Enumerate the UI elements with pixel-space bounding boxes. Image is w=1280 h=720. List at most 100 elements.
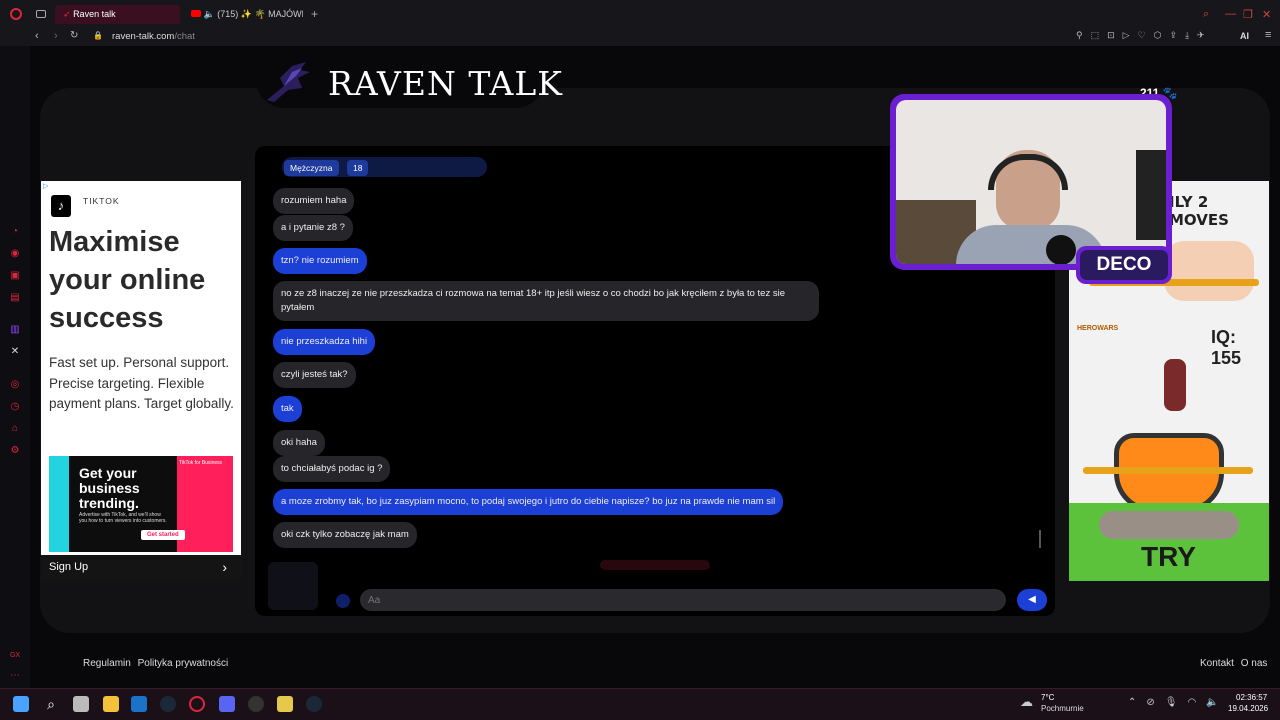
file-explorer-icon[interactable]	[103, 696, 119, 712]
more-icon[interactable]: ⋯	[9, 670, 21, 682]
camera-icon[interactable]: ⊡	[1107, 30, 1123, 40]
game-iq: IQ: 155	[1211, 327, 1242, 368]
minimize-button[interactable]: —	[1225, 8, 1236, 20]
app-icon[interactable]	[248, 696, 264, 712]
url-field[interactable]: raven-talk.com/chat	[112, 31, 195, 42]
banner-sub: Advertise with TikTok, and we'll show yo…	[79, 512, 167, 524]
opera-logo-icon[interactable]	[10, 8, 22, 20]
game-top-text: ILY 2 MOVES	[1169, 193, 1229, 229]
weather-temp: 7°C	[1041, 693, 1055, 702]
weather-desc: Pochmurnie	[1041, 704, 1084, 713]
music-icon[interactable]: ▤	[9, 292, 21, 304]
chat-scrollbar[interactable]	[1039, 530, 1041, 548]
chevron-up-icon[interactable]: ⌃	[1128, 697, 1146, 708]
message-bubble: rozumiem haha	[273, 188, 355, 214]
maximize-button[interactable]: ❐	[1243, 8, 1253, 21]
workspace-icon[interactable]	[36, 10, 46, 18]
hero-figure	[1164, 359, 1186, 411]
discord-icon[interactable]	[219, 696, 235, 712]
clock-time[interactable]: 02:36:57	[1236, 693, 1267, 702]
chevron-right-icon: ›	[222, 559, 227, 575]
microphone	[1046, 235, 1076, 264]
aria-icon[interactable]: ✈	[1197, 30, 1213, 40]
forward-icon[interactable]: ›	[54, 30, 58, 42]
game-cta[interactable]: TRY	[1141, 541, 1196, 573]
tab-label: Raven talk	[73, 9, 116, 19]
webcam-name-tag: DECO	[1076, 246, 1172, 284]
message-bubble: oki czk tylko zobaczę jak mam	[273, 522, 417, 548]
close-button[interactable]: ✕	[1262, 8, 1271, 21]
extensions-icon[interactable]: ⬡	[1154, 30, 1170, 40]
link-privacy[interactable]: Polityka prywatności	[138, 658, 229, 669]
windows-start-icon[interactable]	[13, 696, 29, 712]
share-icon[interactable]: ⇪	[1170, 30, 1186, 40]
address-bar-row: ‹ › ↻ 🔒 raven-talk.com/chat ⚲⬚⊡▷♡⬡⇪⤓✈ AI…	[0, 28, 1280, 46]
back-icon[interactable]: ‹	[35, 30, 39, 42]
link-about[interactable]: O nas	[1241, 658, 1268, 669]
message-bubble: to chciałabyś podac ig ?	[273, 456, 391, 482]
reload-icon[interactable]: ↻	[70, 30, 78, 41]
menu-icon[interactable]: ≡	[1265, 29, 1271, 41]
link-terms[interactable]: Regulamin	[83, 658, 131, 669]
signup-bar[interactable]: Sign Up ›	[41, 555, 241, 581]
gx-icon[interactable]: GX	[9, 650, 21, 662]
snapshot-icon[interactable]: ⬚	[1091, 30, 1108, 40]
twitch-icon[interactable]: ▥	[9, 324, 21, 336]
tiktok-ad[interactable]: ▷ ♪ TIKTOK Maximise your online success …	[41, 181, 241, 581]
aria-sidebar-icon[interactable]: ◔	[9, 226, 21, 238]
history-icon[interactable]: ◷	[9, 401, 21, 413]
url-path: /chat	[174, 31, 195, 42]
footer-right: Kontakt O nas	[1200, 658, 1267, 669]
banner-tag: TikTok for Business	[179, 460, 223, 466]
play-icon[interactable]: ▷	[1123, 30, 1138, 40]
x-icon[interactable]: ✕	[9, 346, 21, 358]
message-bubble: czyli jesteś tak?	[273, 362, 356, 388]
browser-tab-bar: ➶ Raven talk 🔈 (715) ✨ 🌴 MAJÓWKA + ⌕ — ❐…	[0, 0, 1280, 28]
outlook-icon[interactable]	[131, 696, 147, 712]
settings-icon[interactable]: ⚙	[9, 445, 21, 457]
raven-logo-icon[interactable]	[262, 58, 317, 104]
download-icon[interactable]: ⤓	[1185, 30, 1197, 40]
partner-gender-badge: Mężczyzna	[284, 160, 339, 176]
clock-date[interactable]: 19.04.2026	[1228, 704, 1268, 713]
search-icon[interactable]: ⌕	[43, 696, 59, 712]
raven-favicon-icon: ➶	[63, 9, 71, 19]
banner-title: Get your business trending.	[79, 465, 140, 511]
skip-button[interactable]	[268, 562, 318, 610]
steam-icon[interactable]	[160, 696, 176, 712]
toolbar-icons: ⚲⬚⊡▷♡⬡⇪⤓✈	[1076, 30, 1213, 41]
room-monitor	[1136, 150, 1166, 240]
emoji-button[interactable]	[336, 594, 350, 608]
ad-body: Fast set up. Personal support. Precise t…	[49, 355, 234, 411]
new-tab-button[interactable]: +	[311, 7, 318, 21]
pin-icon[interactable]: ⚲	[1076, 30, 1091, 40]
heart-icon[interactable]: ♡	[1138, 30, 1154, 40]
mic-icon[interactable]: 🎙	[1165, 697, 1188, 708]
volume-icon[interactable]: 🔈	[1206, 697, 1228, 708]
player-icon[interactable]: ◎	[9, 379, 21, 391]
tab-raven-talk[interactable]: ➶ Raven talk	[55, 5, 180, 24]
adchoices-icon[interactable]: ▷	[43, 182, 48, 190]
instagram-icon[interactable]: ▣	[9, 270, 21, 282]
banner-cta[interactable]: Get started	[141, 530, 185, 540]
steam-2-icon[interactable]	[306, 696, 322, 712]
message-input[interactable]	[360, 589, 1006, 611]
search-tabs-icon[interactable]: ⌕	[1203, 8, 1209, 21]
network-icon[interactable]: ⊘	[1146, 697, 1164, 708]
headphones	[988, 154, 1068, 190]
wifi-icon[interactable]: ◠	[1187, 697, 1206, 708]
lock-icon: 🔒	[93, 31, 103, 40]
brand-title[interactable]: RAVEN TALK	[328, 64, 563, 103]
bookmarks-icon[interactable]: ⌂	[9, 423, 21, 435]
ai-button[interactable]: AI	[1240, 31, 1249, 41]
ad-banner[interactable]: Get your business trending. Advertise wi…	[49, 456, 233, 552]
task-view-icon[interactable]	[73, 696, 89, 712]
send-button[interactable]: ◀	[1017, 589, 1047, 611]
notes-icon[interactable]	[277, 696, 293, 712]
link-contact[interactable]: Kontakt	[1200, 658, 1234, 669]
messenger-icon[interactable]: ◉	[9, 248, 21, 260]
opera-gx-icon[interactable]	[189, 696, 205, 712]
tab-youtube[interactable]: 🔈 (715) ✨ 🌴 MAJÓWKA	[183, 5, 303, 24]
hand-shape	[1164, 241, 1254, 301]
browser-sidebar: ◔ ◉ ▣ ▤ ▥ ✕ ◎ ◷ ⌂ ⚙ GX ⋯	[0, 46, 30, 688]
